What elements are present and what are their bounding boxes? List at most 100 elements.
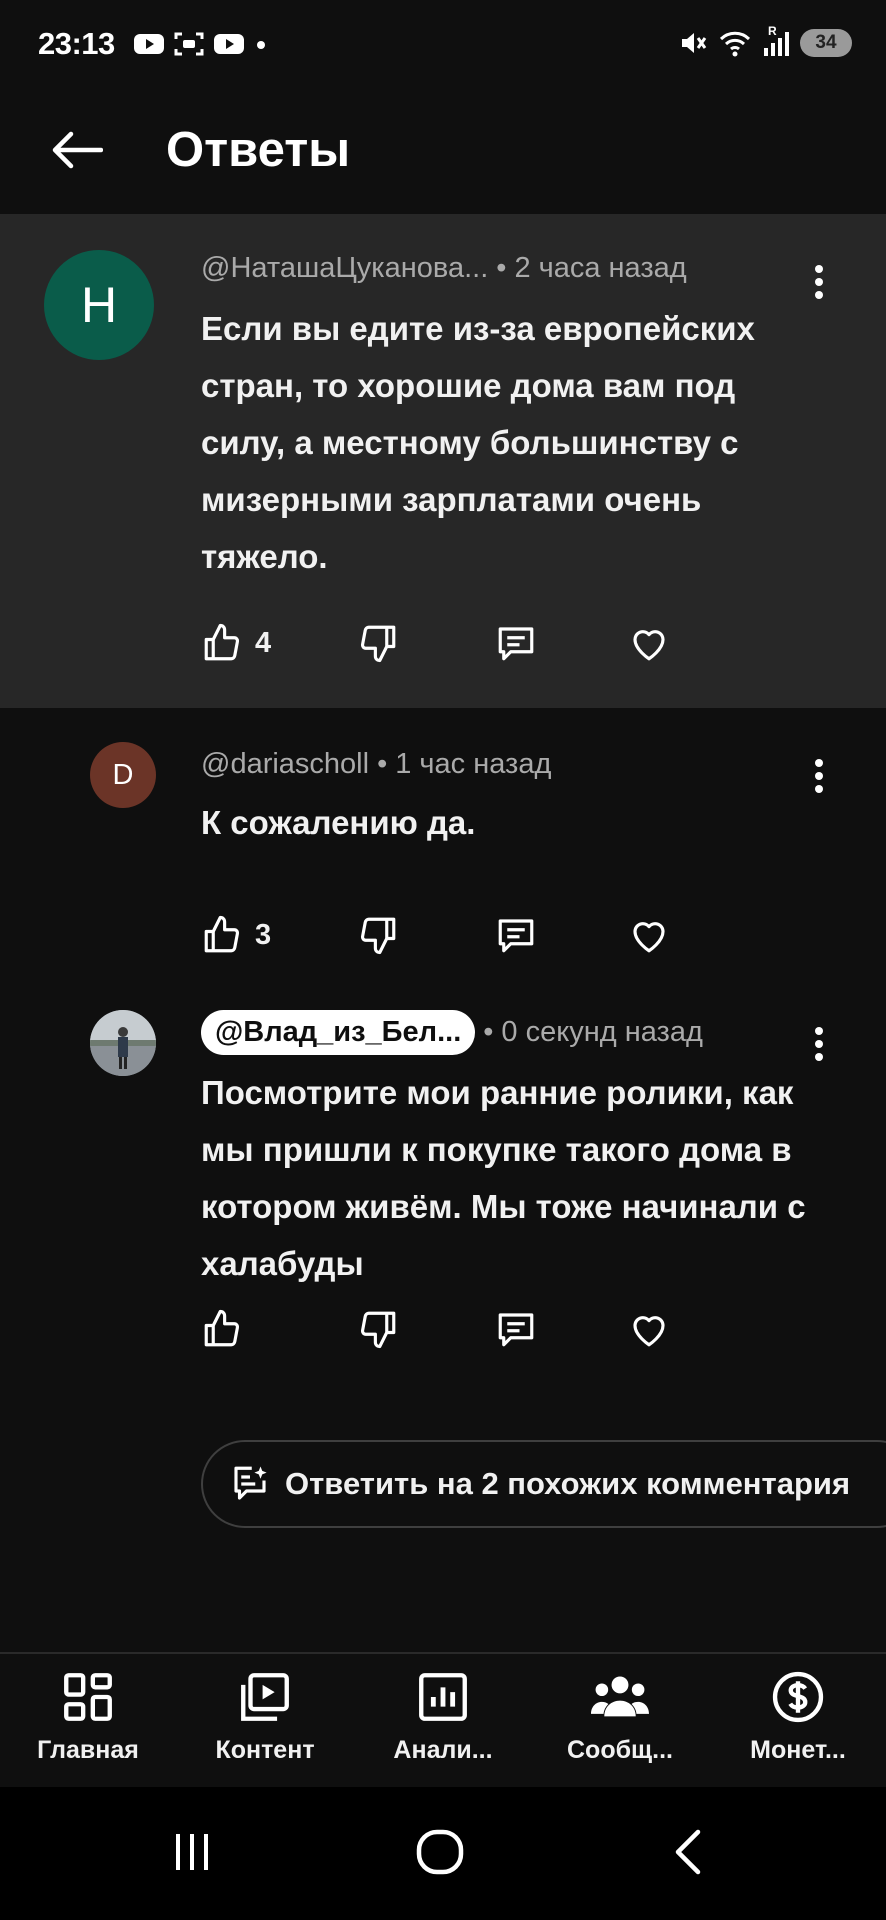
- battery-indicator: 34: [800, 29, 852, 57]
- dashboard-icon: [64, 1673, 112, 1721]
- chevron-left-icon: [675, 1829, 701, 1875]
- heart-icon: [633, 630, 665, 661]
- thumbs-down-icon: [360, 1311, 396, 1349]
- thumbs-down-icon: [360, 625, 396, 663]
- system-status-icons: R 34: [678, 24, 852, 58]
- more-options-button[interactable]: [804, 260, 834, 304]
- reply-comment-icon: [498, 627, 534, 661]
- nav-item-content[interactable]: Контент: [185, 1668, 345, 1765]
- content-icon: [241, 1673, 289, 1721]
- heart-button[interactable]: [627, 910, 671, 960]
- reply-comment-icon: [498, 1313, 534, 1347]
- home-button[interactable]: [400, 1817, 480, 1887]
- nav-label: Сообщ...: [567, 1736, 673, 1764]
- nav-label: Анали...: [393, 1736, 493, 1764]
- system-back-button[interactable]: [648, 1817, 728, 1887]
- bottom-navigation: Главная Контент Анали... Сообщ... Монет.…: [0, 1652, 886, 1787]
- dislike-button[interactable]: [357, 1304, 399, 1354]
- wifi-icon: [719, 31, 751, 57]
- recent-apps-icon: [176, 1834, 208, 1870]
- comment-text: Посмотрите мои ранние ролики, как мы при…: [201, 1074, 806, 1282]
- system-navigation-bar: [0, 1787, 886, 1920]
- nav-label: Контент: [215, 1736, 315, 1764]
- nav-item-dashboard[interactable]: Главная: [8, 1668, 168, 1765]
- comment-actions: 3: [201, 910, 701, 960]
- dislike-button[interactable]: [357, 618, 399, 668]
- like-button[interactable]: 3: [201, 910, 271, 960]
- more-notifications-dot-icon: [257, 41, 265, 49]
- avatar[interactable]: Н: [44, 250, 154, 360]
- mute-icon: [682, 33, 707, 53]
- youtube-notification-icon: [134, 34, 164, 54]
- own-reply-comment: @Влад_из_Бел... • 0 секунд назад Посмотр…: [0, 978, 886, 1398]
- more-vertical-icon: [815, 265, 823, 299]
- avatar-photo-image: [90, 1010, 156, 1076]
- parent-comment: Н @НаташаЦуканова... • 2 часа назад Если…: [0, 214, 886, 708]
- comment-text: Если вы едите из-за европейских стран, т…: [201, 310, 755, 575]
- nav-item-community[interactable]: Сообщ...: [540, 1668, 700, 1765]
- meta-separator: •: [483, 1016, 494, 1048]
- like-button[interactable]: [201, 1304, 255, 1354]
- comment-meta: @dariascholl • 1 час назад: [201, 748, 551, 781]
- avatar-letter: Н: [80, 277, 118, 333]
- reply-sparkle-icon: [234, 1466, 267, 1500]
- reply-comment-icon: [498, 919, 534, 953]
- signal-icon: R: [762, 24, 790, 58]
- thumbs-up-icon: [204, 1309, 240, 1347]
- status-bar: 23:13 R 34: [0, 0, 886, 90]
- like-count: 3: [255, 918, 272, 951]
- comment-time: 1 час назад: [395, 748, 552, 780]
- like-count: 4: [255, 626, 272, 659]
- recent-apps-button[interactable]: [152, 1817, 232, 1887]
- thumbs-up-icon: [204, 623, 240, 661]
- heart-icon: [633, 922, 665, 953]
- heart-icon: [633, 1316, 665, 1347]
- comment-text: К сожалению да.: [201, 804, 476, 841]
- reply-button[interactable]: [495, 910, 537, 960]
- comment-author[interactable]: @НаташаЦуканова...: [201, 252, 488, 285]
- community-icon: [591, 1676, 649, 1717]
- app-header: Ответы: [0, 90, 886, 214]
- avatar-letter: D: [112, 758, 134, 791]
- comment-actions: 4: [201, 618, 701, 668]
- monetization-icon: [772, 1671, 824, 1723]
- reply-comment: D @dariascholl • 1 час назад К сожалению…: [0, 708, 886, 978]
- comment-time: 0 секунд назад: [501, 1016, 703, 1048]
- more-options-button[interactable]: [804, 1022, 834, 1066]
- meta-separator: •: [496, 252, 507, 284]
- home-circle-icon: [416, 1829, 464, 1875]
- meta-separator: •: [377, 748, 388, 780]
- nav-item-monetization[interactable]: Монет...: [718, 1668, 878, 1765]
- nav-label: Монет...: [750, 1736, 846, 1764]
- reply-similar-comments-button[interactable]: Ответить на 2 похожих комментария: [201, 1440, 886, 1528]
- reply-similar-label: Ответить на 2 похожих комментария: [285, 1466, 851, 1501]
- heart-button[interactable]: [627, 618, 671, 668]
- youtube-notification-icon-2: [214, 34, 244, 54]
- reply-button[interactable]: [495, 618, 537, 668]
- thumbs-up-icon: [204, 915, 240, 953]
- page-title: Ответы: [166, 123, 351, 177]
- like-button[interactable]: 4: [201, 618, 271, 668]
- arrow-left-icon: [52, 131, 103, 169]
- comment-meta: @Влад_из_Бел... • 0 секунд назад: [201, 1010, 703, 1055]
- status-time: 23:13: [38, 26, 115, 61]
- comment-time: 2 часа назад: [514, 252, 687, 284]
- more-options-button[interactable]: [804, 754, 834, 798]
- reply-button[interactable]: [495, 1304, 537, 1354]
- notification-icons: [133, 30, 269, 58]
- avatar-photo[interactable]: [90, 1010, 156, 1076]
- nav-item-analytics[interactable]: Анали...: [363, 1668, 523, 1765]
- more-vertical-icon: [815, 1027, 823, 1061]
- nav-label: Главная: [37, 1736, 139, 1764]
- back-button[interactable]: [44, 118, 108, 182]
- analytics-icon: [419, 1673, 467, 1721]
- comment-actions: [201, 1304, 701, 1354]
- dislike-button[interactable]: [357, 910, 399, 960]
- thumbs-down-icon: [360, 917, 396, 955]
- heart-button[interactable]: [627, 1304, 671, 1354]
- comment-author[interactable]: @dariascholl: [201, 748, 369, 781]
- comment-author-chip[interactable]: @Влад_из_Бел...: [201, 1010, 476, 1055]
- comment-meta: @НаташаЦуканова... • 2 часа назад: [201, 252, 687, 285]
- avatar[interactable]: D: [90, 742, 156, 808]
- more-vertical-icon: [815, 759, 823, 793]
